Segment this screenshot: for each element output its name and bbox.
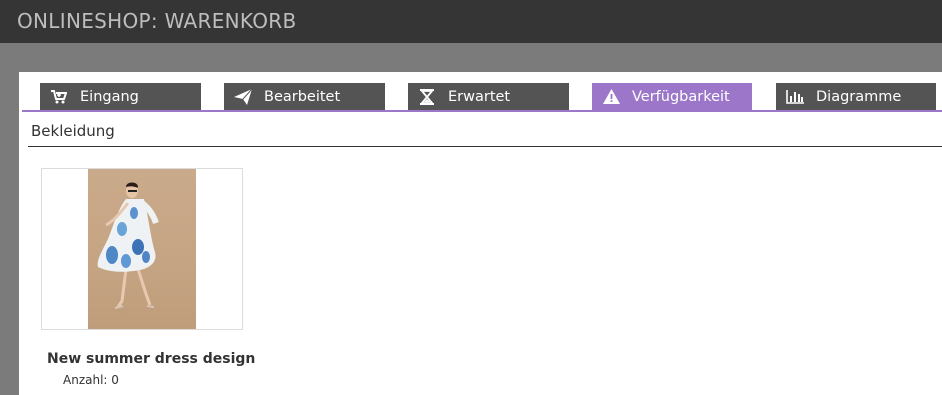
tab-eingang[interactable]: Eingang: [40, 83, 201, 110]
warning-icon: [602, 89, 620, 105]
product-name[interactable]: New summer dress design: [47, 351, 255, 367]
product-card[interactable]: [41, 168, 243, 330]
section-divider: [28, 146, 942, 147]
tab-label: Eingang: [80, 88, 139, 105]
tab-label: Bearbeitet: [264, 88, 341, 105]
section-title: Bekleidung: [31, 122, 115, 140]
tab-bar: Eingang Bearbeitet Erwartet Verfügbarkei…: [19, 83, 942, 112]
tab-label: Diagramme: [816, 88, 902, 105]
tab-verfuegbarkeit[interactable]: Verfügbarkeit: [592, 83, 752, 110]
app-title: ONLINESHOP: WARENKORB: [17, 9, 297, 33]
tab-erwartet[interactable]: Erwartet: [408, 83, 569, 110]
product-image[interactable]: [88, 169, 196, 329]
tab-bearbeitet[interactable]: Bearbeitet: [224, 83, 385, 110]
tab-label: Verfügbarkeit: [632, 88, 730, 105]
top-bar: ONLINESHOP: WARENKORB: [0, 0, 942, 43]
cart-icon: [50, 89, 68, 105]
tab-diagramme[interactable]: Diagramme: [776, 83, 936, 110]
hourglass-icon: [418, 88, 436, 105]
main-panel: Eingang Bearbeitet Erwartet Verfügbarkei…: [19, 72, 942, 395]
tab-label: Erwartet: [448, 88, 511, 105]
paper-plane-icon: [234, 88, 252, 105]
bar-chart-icon: [786, 89, 804, 105]
product-quantity: Anzahl: 0: [63, 373, 119, 387]
tab-underline: [22, 110, 942, 112]
